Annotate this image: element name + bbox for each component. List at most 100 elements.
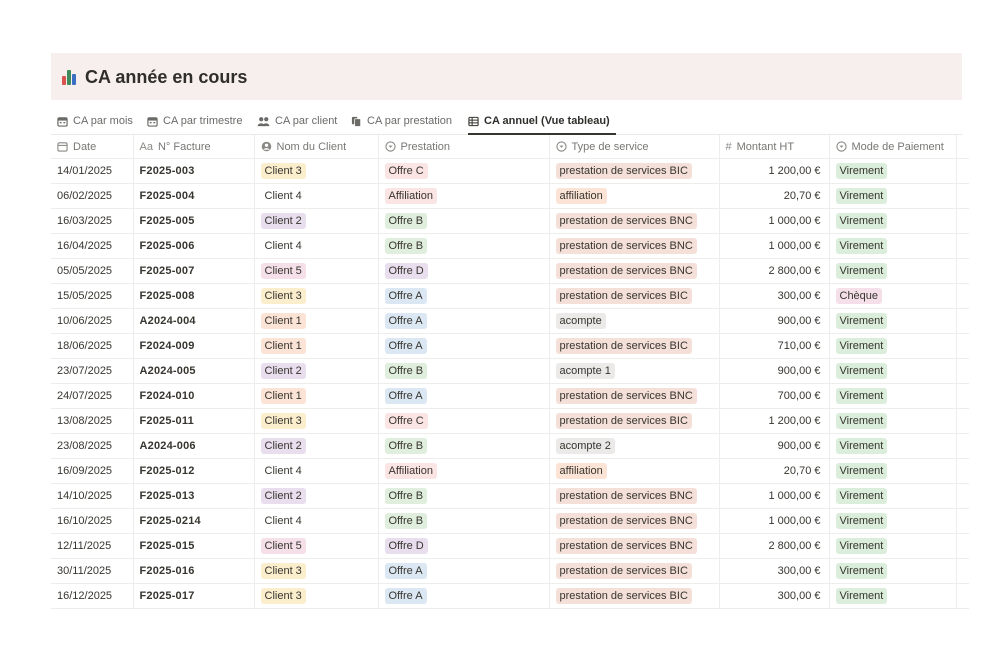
prestation-cell[interactable]: Offre B — [378, 433, 550, 459]
payment-cell[interactable]: Virement — [829, 208, 957, 234]
table-row[interactable]: 16/03/2025 F2025-005 Client 2 Offre B presta… — [51, 208, 969, 234]
amount-cell[interactable]: 710,00 € — [719, 333, 830, 359]
service-type-cell[interactable]: prestation de services BNC — [549, 483, 720, 509]
invoice-cell[interactable]: F2025-015 — [133, 533, 255, 559]
date-cell[interactable]: 16/04/2025 — [51, 233, 134, 259]
table-row[interactable]: 13/08/2025 F2025-011 Client 3 Offre C presta… — [51, 408, 969, 434]
column-header-invoice[interactable]: Aa N° Facture — [133, 135, 255, 159]
date-cell[interactable]: 23/07/2025 — [51, 358, 134, 384]
service-type-cell[interactable]: acompte 1 — [549, 358, 720, 384]
service-type-cell[interactable]: acompte — [549, 308, 720, 334]
service-type-cell[interactable]: prestation de services BNC — [549, 383, 720, 409]
column-header-client[interactable]: Nom du Client — [254, 135, 379, 159]
invoice-cell[interactable]: F2025-006 — [133, 233, 255, 259]
invoice-cell[interactable]: F2024-009 — [133, 333, 255, 359]
payment-cell[interactable]: Virement — [829, 383, 957, 409]
service-type-cell[interactable]: prestation de services BNC — [549, 508, 720, 534]
service-type-cell[interactable]: prestation de services BIC — [549, 583, 720, 609]
prestation-cell[interactable]: Offre B — [378, 358, 550, 384]
payment-cell[interactable]: Virement — [829, 483, 957, 509]
invoice-cell[interactable]: A2024-005 — [133, 358, 255, 384]
client-cell[interactable]: Client 1 — [254, 308, 379, 334]
payment-cell[interactable]: Virement — [829, 408, 957, 434]
date-cell[interactable]: 16/03/2025 — [51, 208, 134, 234]
client-cell[interactable]: Client 2 — [254, 358, 379, 384]
date-cell[interactable]: 06/02/2025 — [51, 183, 134, 209]
table-row[interactable]: 14/01/2025 F2025-003 Client 3 Offre C presta… — [51, 158, 969, 184]
payment-cell[interactable]: Virement — [829, 458, 957, 484]
date-cell[interactable]: 05/05/2025 — [51, 258, 134, 284]
client-cell[interactable]: Client 4 — [254, 458, 379, 484]
table-row[interactable]: 15/05/2025 F2025-008 Client 3 Offre A presta… — [51, 283, 969, 309]
amount-cell[interactable]: 1 200,00 € — [719, 158, 830, 184]
prestation-cell[interactable]: Offre D — [378, 258, 550, 284]
client-cell[interactable]: Client 3 — [254, 558, 379, 584]
client-cell[interactable]: Client 4 — [254, 183, 379, 209]
prestation-cell[interactable]: Offre A — [378, 583, 550, 609]
client-cell[interactable]: Client 5 — [254, 533, 379, 559]
table-row[interactable]: 23/08/2025 A2024-006 Client 2 Offre B acompt… — [51, 433, 969, 459]
prestation-cell[interactable]: Offre B — [378, 233, 550, 259]
service-type-cell[interactable]: prestation de services BIC — [549, 158, 720, 184]
table-row[interactable]: 12/11/2025 F2025-015 Client 5 Offre D presta… — [51, 533, 969, 559]
payment-cell[interactable]: Virement — [829, 233, 957, 259]
table-row[interactable]: 06/02/2025 F2025-004 Client 4 Affiliation af… — [51, 183, 969, 209]
column-header-payment[interactable]: Mode de Paiement — [829, 135, 957, 159]
table-row[interactable]: 16/12/2025 F2025-017 Client 3 Offre A presta… — [51, 583, 969, 609]
invoice-cell[interactable]: A2024-006 — [133, 433, 255, 459]
tab-ca-par-trimestre[interactable]: CA par trimestre — [147, 108, 242, 134]
prestation-cell[interactable]: Offre A — [378, 283, 550, 309]
invoice-cell[interactable]: F2025-017 — [133, 583, 255, 609]
amount-cell[interactable]: 900,00 € — [719, 308, 830, 334]
date-cell[interactable]: 24/07/2025 — [51, 383, 134, 409]
prestation-cell[interactable]: Offre D — [378, 533, 550, 559]
invoice-cell[interactable]: F2025-004 — [133, 183, 255, 209]
table-row[interactable]: 14/10/2025 F2025-013 Client 2 Offre B presta… — [51, 483, 969, 509]
client-cell[interactable]: Client 2 — [254, 483, 379, 509]
payment-cell[interactable]: Virement — [829, 533, 957, 559]
column-header-amount[interactable]: # Montant HT — [719, 135, 830, 159]
service-type-cell[interactable]: prestation de services BIC — [549, 558, 720, 584]
invoice-cell[interactable]: F2025-016 — [133, 558, 255, 584]
amount-cell[interactable]: 20,70 € — [719, 183, 830, 209]
amount-cell[interactable]: 300,00 € — [719, 558, 830, 584]
date-cell[interactable]: 14/10/2025 — [51, 483, 134, 509]
tab-ca-par-client[interactable]: CA par client — [257, 108, 337, 134]
payment-cell[interactable]: Virement — [829, 583, 957, 609]
prestation-cell[interactable]: Affiliation — [378, 458, 550, 484]
date-cell[interactable]: 30/11/2025 — [51, 558, 134, 584]
client-cell[interactable]: Client 2 — [254, 208, 379, 234]
invoice-cell[interactable]: F2025-005 — [133, 208, 255, 234]
table-row[interactable]: 16/09/2025 F2025-012 Client 4 Affiliation af… — [51, 458, 969, 484]
table-row[interactable]: 10/06/2025 A2024-004 Client 1 Offre A acompt… — [51, 308, 969, 334]
payment-cell[interactable]: Virement — [829, 158, 957, 184]
payment-cell[interactable]: Virement — [829, 333, 957, 359]
service-type-cell[interactable]: prestation de services BIC — [549, 408, 720, 434]
column-header-prestation[interactable]: Prestation — [378, 135, 550, 159]
client-cell[interactable]: Client 4 — [254, 508, 379, 534]
client-cell[interactable]: Client 3 — [254, 283, 379, 309]
prestation-cell[interactable]: Offre A — [378, 308, 550, 334]
prestation-cell[interactable]: Offre A — [378, 558, 550, 584]
tab-ca-annuel[interactable]: CA annuel (Vue tableau) — [468, 108, 616, 135]
client-cell[interactable]: Client 3 — [254, 583, 379, 609]
table-row[interactable]: 16/04/2025 F2025-006 Client 4 Offre B presta… — [51, 233, 969, 259]
prestation-cell[interactable]: Offre B — [378, 483, 550, 509]
service-type-cell[interactable]: prestation de services BNC — [549, 208, 720, 234]
amount-cell[interactable]: 1 000,00 € — [719, 233, 830, 259]
amount-cell[interactable]: 700,00 € — [719, 383, 830, 409]
amount-cell[interactable]: 300,00 € — [719, 283, 830, 309]
date-cell[interactable]: 16/12/2025 — [51, 583, 134, 609]
invoice-cell[interactable]: F2025-013 — [133, 483, 255, 509]
column-header-type[interactable]: Type de service — [549, 135, 720, 159]
table-row[interactable]: 05/05/2025 F2025-007 Client 5 Offre D presta… — [51, 258, 969, 284]
payment-cell[interactable]: Virement — [829, 558, 957, 584]
invoice-cell[interactable]: F2025-0214 — [133, 508, 255, 534]
amount-cell[interactable]: 1 200,00 € — [719, 408, 830, 434]
amount-cell[interactable]: 2 800,00 € — [719, 258, 830, 284]
service-type-cell[interactable]: affiliation — [549, 183, 720, 209]
payment-cell[interactable]: Virement — [829, 308, 957, 334]
amount-cell[interactable]: 900,00 € — [719, 433, 830, 459]
table-row[interactable]: 23/07/2025 A2024-005 Client 2 Offre B acompt… — [51, 358, 969, 384]
invoice-cell[interactable]: F2025-008 — [133, 283, 255, 309]
